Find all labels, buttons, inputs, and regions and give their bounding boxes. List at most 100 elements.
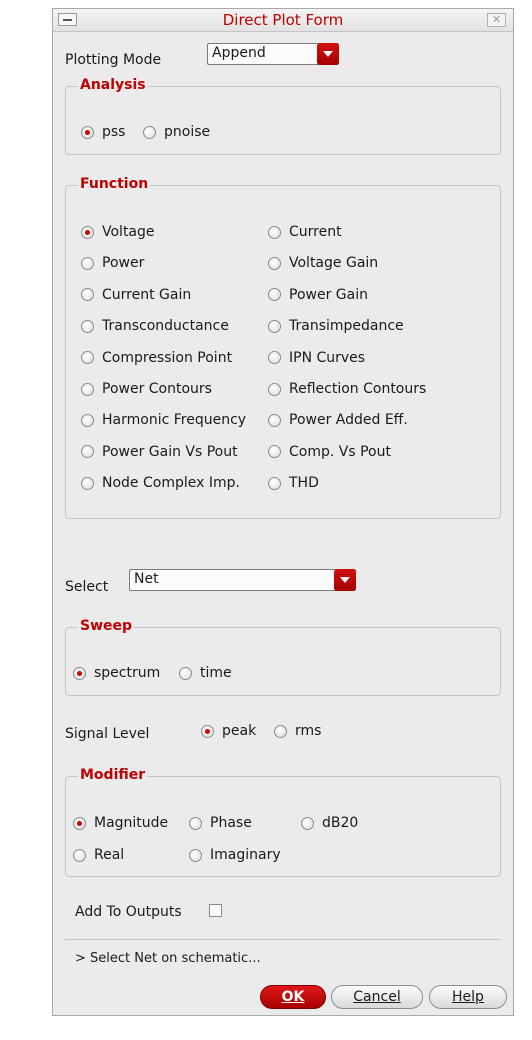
radio-icon[interactable] xyxy=(274,724,287,738)
function-option-right-4[interactable]: IPN Curves xyxy=(268,350,365,366)
option-label: Transimpedance xyxy=(289,318,404,335)
option-label: Voltage xyxy=(102,224,155,240)
radio-icon[interactable] xyxy=(268,256,281,270)
plotting-mode-select[interactable]: Append xyxy=(207,43,339,65)
function-option-right-0[interactable]: Current xyxy=(268,224,342,240)
function-option-right-3[interactable]: Transimpedance xyxy=(268,318,404,334)
function-option-right-2[interactable]: Power Gain xyxy=(268,287,368,303)
option-label: time xyxy=(200,665,232,681)
option-label: Voltage Gain xyxy=(289,255,379,272)
radio-selected-icon[interactable] xyxy=(201,724,214,738)
option-label: THD xyxy=(289,475,319,492)
cancel-button-label: Cancel xyxy=(353,989,401,1005)
analysis-option-pnoise[interactable]: pnoise xyxy=(143,124,210,140)
option-label: pnoise xyxy=(164,124,211,140)
chevron-down-icon[interactable] xyxy=(317,43,339,65)
help-button-label: Help xyxy=(452,989,484,1005)
function-legend: Function xyxy=(78,176,151,192)
cancel-button[interactable]: Cancel xyxy=(331,985,423,1009)
option-label: Real xyxy=(94,847,125,863)
analysis-option-pss[interactable]: pss xyxy=(81,124,125,140)
signal-level-option-rms[interactable]: rms xyxy=(274,723,321,739)
function-option-left-2[interactable]: Current Gain xyxy=(81,287,191,303)
option-label: Imaginary xyxy=(210,847,281,863)
radio-icon[interactable] xyxy=(189,848,202,862)
add-to-outputs-checkbox[interactable] xyxy=(209,904,222,917)
option-label: Comp. Vs Pout xyxy=(289,443,391,460)
radio-selected-icon[interactable] xyxy=(81,125,94,139)
radio-icon[interactable] xyxy=(268,225,281,239)
option-label: Power Gain xyxy=(289,286,368,303)
radio-icon[interactable] xyxy=(268,445,281,459)
select-label: Select xyxy=(65,579,109,595)
radio-icon[interactable] xyxy=(179,666,192,680)
function-option-right-7[interactable]: Comp. Vs Pout xyxy=(268,444,391,460)
close-icon[interactable]: ✕ xyxy=(487,13,506,27)
option-label: rms xyxy=(295,723,322,739)
ok-button[interactable]: OK xyxy=(260,985,326,1009)
radio-icon[interactable] xyxy=(73,848,86,862)
option-label: pss xyxy=(102,124,126,140)
radio-icon[interactable] xyxy=(81,382,94,396)
modifier-option-phase[interactable]: Phase xyxy=(189,815,252,831)
function-option-left-6[interactable]: Harmonic Frequency xyxy=(81,412,246,428)
radio-icon[interactable] xyxy=(301,816,314,830)
sweep-option-time[interactable]: time xyxy=(179,665,232,681)
select-dropdown[interactable]: Net xyxy=(129,569,356,591)
option-label: Transconductance xyxy=(102,318,229,335)
radio-icon[interactable] xyxy=(268,476,281,490)
help-button[interactable]: Help xyxy=(429,985,507,1009)
radio-icon[interactable] xyxy=(81,445,94,459)
chevron-down-icon[interactable] xyxy=(334,569,356,591)
radio-selected-icon[interactable] xyxy=(73,816,86,830)
function-option-left-4[interactable]: Compression Point xyxy=(81,350,232,366)
function-option-left-0[interactable]: Voltage xyxy=(81,224,155,240)
function-option-left-1[interactable]: Power xyxy=(81,255,144,271)
radio-selected-icon[interactable] xyxy=(81,225,94,239)
option-label: Power Contours xyxy=(102,381,212,397)
radio-icon[interactable] xyxy=(268,319,281,333)
function-option-right-5[interactable]: Reflection Contours xyxy=(268,381,426,397)
option-label: Power Gain Vs Pout xyxy=(102,443,238,460)
radio-icon[interactable] xyxy=(268,351,281,365)
radio-icon[interactable] xyxy=(268,413,281,427)
select-value: Net xyxy=(134,571,159,587)
sweep-group: Sweep xyxy=(65,618,501,696)
radio-icon[interactable] xyxy=(81,288,94,302)
option-label: Power xyxy=(102,255,145,272)
option-label: Reflection Contours xyxy=(289,381,427,397)
radio-icon[interactable] xyxy=(81,319,94,333)
radio-selected-icon[interactable] xyxy=(73,666,86,680)
function-option-right-1[interactable]: Voltage Gain xyxy=(268,255,378,271)
plotting-mode-label: Plotting Mode xyxy=(65,52,162,68)
function-option-left-8[interactable]: Node Complex Imp. xyxy=(81,475,240,491)
function-option-right-8[interactable]: THD xyxy=(268,475,319,491)
option-label: Magnitude xyxy=(94,815,169,831)
signal-level-option-peak[interactable]: peak xyxy=(201,723,256,739)
radio-icon[interactable] xyxy=(81,413,94,427)
divider xyxy=(65,939,501,940)
sweep-legend: Sweep xyxy=(78,618,135,634)
direct-plot-form-window: Direct Plot Form ✕ Plotting Mode Append … xyxy=(52,8,514,1016)
radio-icon[interactable] xyxy=(268,288,281,302)
function-option-left-7[interactable]: Power Gain Vs Pout xyxy=(81,444,238,460)
radio-icon[interactable] xyxy=(143,125,156,139)
sweep-option-spectrum[interactable]: spectrum xyxy=(73,665,160,681)
modifier-option-imaginary[interactable]: Imaginary xyxy=(189,847,281,863)
radio-icon[interactable] xyxy=(81,476,94,490)
radio-icon[interactable] xyxy=(81,256,94,270)
radio-icon[interactable] xyxy=(189,816,202,830)
function-option-left-5[interactable]: Power Contours xyxy=(81,381,212,397)
modifier-option-real[interactable]: Real xyxy=(73,847,124,863)
modifier-option-db20[interactable]: dB20 xyxy=(301,815,358,831)
function-option-right-6[interactable]: Power Added Eff. xyxy=(268,412,408,428)
title-bar[interactable]: Direct Plot Form ✕ xyxy=(53,9,513,32)
option-label: IPN Curves xyxy=(289,349,366,366)
radio-icon[interactable] xyxy=(81,351,94,365)
option-label: dB20 xyxy=(322,815,359,831)
radio-icon[interactable] xyxy=(268,382,281,396)
option-label: Power Added Eff. xyxy=(289,412,408,429)
function-option-left-3[interactable]: Transconductance xyxy=(81,318,229,334)
modifier-option-magnitude[interactable]: Magnitude xyxy=(73,815,168,831)
option-label: peak xyxy=(222,723,257,739)
